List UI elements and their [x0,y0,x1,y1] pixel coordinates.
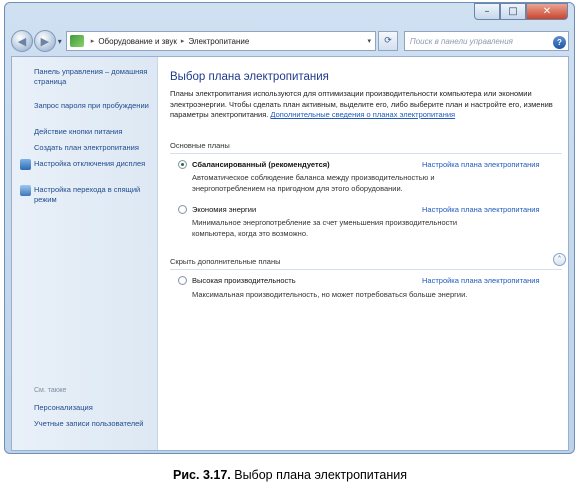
more-info-link[interactable]: Дополнительные сведения о планах электро… [270,110,455,119]
sidebar-link-display-off[interactable]: Настройка отключения дисплея [34,159,152,169]
sidebar-link-user-accounts[interactable]: Учетные записи пользователей [34,419,152,429]
plan-high-performance-settings-link[interactable]: Настройка плана электропитания [422,276,540,285]
content-area: Панель управления – домашняя страница За… [11,56,569,451]
refresh-button[interactable]: ⟳ [378,31,398,51]
minimize-button[interactable]: – [474,3,500,20]
plan-balanced-radio[interactable] [178,160,187,169]
plan-power-saver-description: Минимальное энергопотребление за счет ум… [192,218,458,238]
search-input[interactable]: Поиск в панели управления [410,37,550,46]
window-controls: – □ ✕ [474,3,568,23]
address-dropdown-icon[interactable]: ▾ [368,37,372,45]
plan-power-saver-name[interactable]: Экономия энергии [192,205,256,214]
plan-balanced-name[interactable]: Сбалансированный (рекомендуется) [192,160,330,169]
display-icon [20,159,31,170]
plan-power-saver-settings-link[interactable]: Настройка плана электропитания [422,205,540,214]
plan-balanced-settings-link[interactable]: Настройка плана электропитания [422,160,540,169]
see-also-label: См. также [34,387,67,394]
address-bar[interactable]: ▸ Оборудование и звук ▸ Электропитание ▾ [65,31,377,51]
figure-number: Рис. 3.17. [173,468,231,482]
breadcrumb-power-options[interactable]: Электропитание [188,37,249,46]
figure-caption: Рис. 3.17. Выбор плана электропитания [0,468,580,482]
maximize-button[interactable]: □ [500,3,526,20]
breadcrumb-hardware-sound[interactable]: Оборудование и звук [98,37,177,46]
plan-high-performance-radio[interactable] [178,276,187,285]
page-description: Планы электропитания используются для оп… [170,89,562,121]
page-title: Выбор плана электропитания [170,71,329,83]
history-dropdown-icon[interactable]: ▾ [58,37,62,46]
sleep-icon [20,185,31,196]
close-button[interactable]: ✕ [526,3,568,20]
plan-high-performance-description: Максимальная производительность, но може… [192,290,468,299]
sidebar-link-personalization[interactable]: Персонализация [34,403,152,413]
plan-balanced-description: Автоматическое соблюдение баланса между … [192,173,435,193]
sidebar-link-create-plan[interactable]: Создать план электропитания [34,143,152,153]
control-panel-icon [69,35,84,47]
main-plans-header: Основные планы [170,141,562,154]
breadcrumb-separator-icon: ▸ [180,37,185,45]
figure-caption-text: Выбор плана электропитания [230,468,407,482]
sidebar: Панель управления – домашняя страница За… [12,57,158,450]
collapse-chevron-icon[interactable]: ˄ [553,253,566,266]
search-box[interactable]: Поиск в панели управления ⌕ [403,31,569,51]
sidebar-link-home[interactable]: Панель управления – домашняя страница [34,67,152,87]
forward-button[interactable]: ▶ [33,30,56,52]
breadcrumb-separator-icon: ▸ [90,37,95,45]
sidebar-link-password-on-wakeup[interactable]: Запрос пароля при пробуждении [34,101,152,111]
control-panel-window: – □ ✕ ◀ ▶ ▾ ▸ Оборудование и звук ▸ Элек… [4,2,575,454]
help-icon[interactable]: ? [553,36,566,49]
hidden-plans-header[interactable]: Скрыть дополнительные планы [170,257,562,270]
back-button[interactable]: ◀ [11,30,33,52]
plan-power-saver-radio[interactable] [178,205,187,214]
plan-high-performance-name[interactable]: Высокая производительность [192,276,296,285]
navigation-bar: ◀ ▶ ▾ ▸ Оборудование и звук ▸ Электропит… [11,29,569,53]
sidebar-link-power-button-action[interactable]: Действие кнопки питания [34,127,152,137]
sidebar-link-sleep-mode[interactable]: Настройка перехода в спящий режим [34,185,152,205]
main-panel: Выбор плана электропитания Планы электро… [170,57,566,450]
